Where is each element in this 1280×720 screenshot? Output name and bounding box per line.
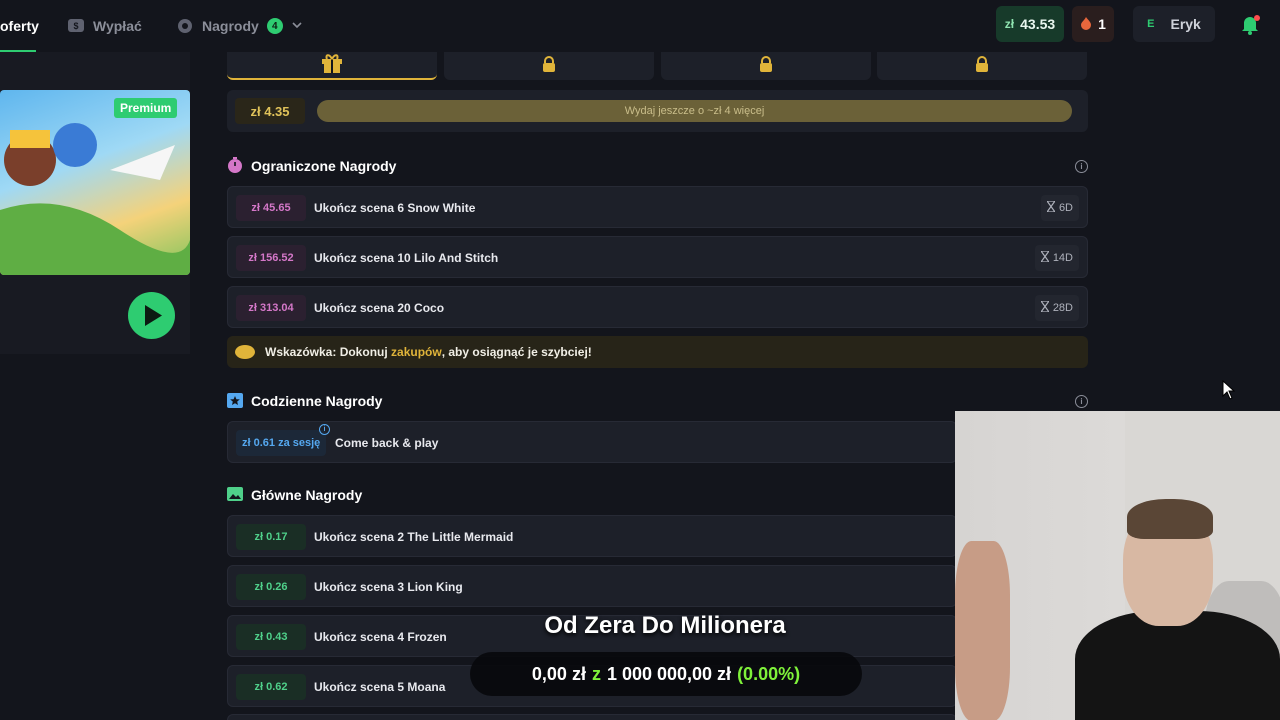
gift-icon: [321, 53, 343, 78]
svg-text:$: $: [73, 21, 78, 31]
limited-reward-row[interactable]: zł 45.65 Ukończ scena 6 Snow White 6D: [227, 186, 1088, 228]
nagrody-count-badge: 4: [266, 18, 283, 34]
coins-icon: [235, 345, 255, 359]
reward-timer: 14D: [1034, 245, 1079, 271]
main-reward-row[interactable]: [227, 714, 957, 720]
webcam-person-hand: [955, 541, 1010, 720]
nav-nagrody-label: Nagrody: [202, 18, 259, 34]
goal-progress: 0,00 zł z 1 000 000,00 zł (0.00%): [470, 652, 862, 696]
tier-tab-locked-2[interactable]: [661, 52, 871, 80]
user-initial: E: [1147, 18, 1155, 30]
active-tab-indicator: [0, 50, 36, 52]
reward-label: Ukończ scena 2 The Little Mermaid: [314, 530, 514, 544]
reward-amount: zł 0.43: [236, 624, 306, 650]
nav-wyplac[interactable]: $ Wypłać: [67, 0, 142, 52]
tip-suffix: , aby osiągnąć je szybciej!: [441, 345, 592, 359]
main-rewards-title: Główne Nagrody: [251, 487, 363, 503]
medal-icon: [176, 16, 194, 37]
image-icon: [227, 486, 243, 505]
wallet-icon: $: [67, 16, 85, 37]
stopwatch-icon: [227, 156, 243, 176]
daily-reward-row[interactable]: zł 0.61 za sesję i Come back & play: [227, 421, 957, 463]
reward-timer: 28D: [1034, 295, 1079, 321]
balance-amount: 43.53: [1020, 16, 1056, 32]
goal-separator: z: [591, 663, 601, 684]
goal-target: 1 000 000,00 zł: [606, 663, 732, 684]
hourglass-icon: [1045, 200, 1057, 215]
limited-reward-row[interactable]: zł 156.52 Ukończ scena 10 Lilo And Stitc…: [227, 236, 1088, 278]
main-reward-row[interactable]: zł 0.26 Ukończ scena 3 Lion King: [227, 565, 957, 607]
streak-count: 1: [1098, 16, 1106, 32]
play-button[interactable]: [128, 292, 175, 339]
calendar-star-icon: [227, 392, 243, 411]
lock-icon: [975, 55, 989, 77]
progress-amount: zł 4.35: [235, 98, 305, 124]
nav-wyplac-label: Wypłać: [93, 18, 142, 34]
reward-label: Ukończ scena 6 Snow White: [314, 201, 476, 215]
tier-tab-locked-3[interactable]: [877, 52, 1087, 80]
timer-value: 6D: [1058, 202, 1073, 214]
bell-icon[interactable]: [1238, 12, 1262, 36]
streak-pill[interactable]: 1: [1072, 6, 1114, 42]
limited-rewards-title: Ograniczone Nagrody: [251, 158, 397, 174]
tier-tab-gift[interactable]: [227, 52, 437, 80]
reward-amount: zł 0.61 za sesję: [236, 430, 327, 456]
tip-purchases-link[interactable]: zakupów: [391, 345, 442, 359]
webcam-person-hair: [1127, 499, 1213, 539]
reward-amount: zł 156.52: [236, 245, 306, 271]
premium-badge: Premium: [114, 98, 178, 118]
tip-banner: Wskazówka: Dokonuj zakupów , aby osiągną…: [227, 336, 1088, 368]
play-icon: [145, 305, 162, 326]
reward-amount: zł 45.65: [236, 195, 306, 221]
info-icon[interactable]: i: [319, 424, 330, 435]
progress-bar: Wydaj jeszcze o ~zł 4 więcej: [317, 100, 1072, 122]
tip-prefix: Wskazówka: Dokonuj: [265, 345, 392, 359]
info-icon[interactable]: i: [1075, 160, 1088, 173]
reward-label: Ukończ scena 3 Lion King: [314, 580, 463, 594]
tier-tab-locked-1[interactable]: [444, 52, 654, 80]
user-name: Eryk: [1170, 16, 1201, 32]
limited-rewards-heading: Ograniczone Nagrody: [227, 154, 396, 178]
reward-amount: zł 0.17: [236, 524, 306, 550]
spend-progress: zł 4.35 Wydaj jeszcze o ~zł 4 więcej: [227, 90, 1088, 132]
stream-title: Od Zera Do Milionera: [544, 612, 786, 639]
webcam-feed: [955, 411, 1280, 720]
nav-oferty[interactable]: oferty: [0, 0, 39, 52]
daily-rewards-title: Codzienne Nagrody: [251, 393, 383, 409]
main-rewards-heading: Główne Nagrody: [227, 483, 362, 507]
reward-tiers: [227, 52, 1088, 82]
reward-label: Ukończ scena 5 Moana: [314, 680, 446, 694]
reward-label: Come back & play: [335, 436, 439, 450]
nav-oferty-label: oferty: [0, 18, 39, 34]
reward-amount: zł 0.62: [236, 674, 306, 700]
reward-label: Ukończ scena 20 Coco: [314, 301, 445, 315]
user-menu[interactable]: E Eryk: [1133, 6, 1215, 42]
daily-rewards-heading: Codzienne Nagrody: [227, 389, 382, 413]
lock-icon: [542, 55, 556, 77]
goal-current: 0,00 zł: [531, 663, 586, 684]
lock-icon: [759, 55, 773, 77]
chevron-down-icon: [291, 18, 303, 34]
limited-reward-row[interactable]: zł 313.04 Ukończ scena 20 Coco 28D: [227, 286, 1088, 328]
top-nav: oferty $ Wypłać Nagrody 4 zł 43.53 1 E E…: [0, 0, 1280, 52]
hourglass-icon: [1039, 300, 1050, 315]
mouse-cursor-icon: [1222, 379, 1236, 400]
reward-amount: zł 313.04: [236, 295, 306, 321]
goal-percent: (0.00%): [737, 663, 801, 684]
webcam-person-body: [1075, 611, 1280, 720]
reward-amount: zł 0.26: [236, 574, 306, 600]
hourglass-icon: [1039, 250, 1050, 265]
reward-timer: 6D: [1040, 195, 1079, 221]
balance-pill[interactable]: zł 43.53: [996, 6, 1064, 42]
reward-label: Ukończ scena 10 Lilo And Stitch: [314, 251, 499, 265]
reward-label: Ukończ scena 4 Frozen: [314, 630, 447, 644]
main-reward-row[interactable]: zł 0.17 Ukończ scena 2 The Little Mermai…: [227, 515, 957, 557]
balance-currency: zł: [1004, 17, 1015, 31]
fire-icon: [1080, 16, 1092, 33]
nav-nagrody[interactable]: Nagrody 4: [176, 0, 303, 52]
timer-value: 14D: [1052, 252, 1073, 264]
timer-value: 28D: [1052, 302, 1073, 314]
info-icon[interactable]: i: [1075, 395, 1088, 408]
